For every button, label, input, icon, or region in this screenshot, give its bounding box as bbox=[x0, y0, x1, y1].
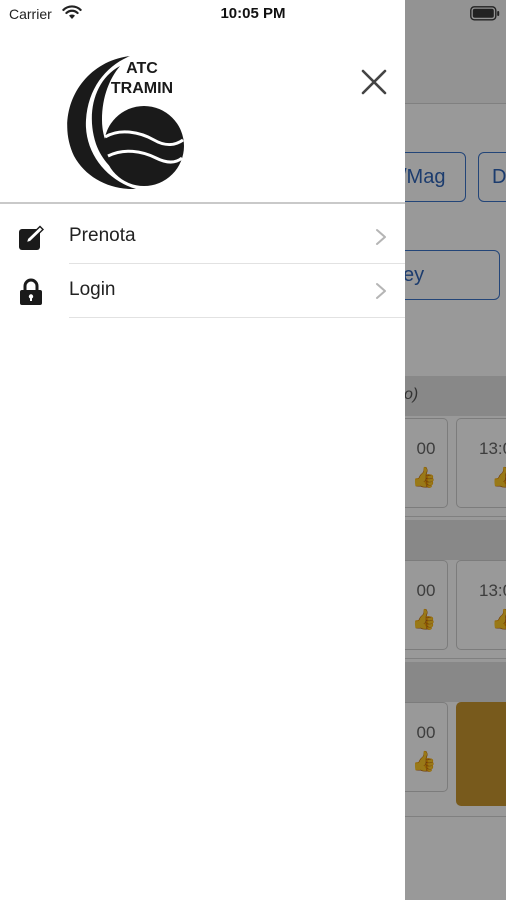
clock: 10:05 PM bbox=[220, 5, 286, 22]
status-bar: Carrier 10:05 PM bbox=[0, 0, 506, 28]
menu-item-login[interactable]: Login bbox=[0, 264, 405, 318]
chevron-right-icon bbox=[375, 282, 387, 305]
atc-tramin-logo: ATC TRAMIN bbox=[58, 52, 186, 192]
svg-text:TRAMIN: TRAMIN bbox=[111, 80, 173, 97]
battery-icon bbox=[470, 6, 500, 26]
edit-icon bbox=[18, 224, 45, 250]
menu-item-prenota[interactable]: Prenota bbox=[0, 210, 405, 264]
close-icon bbox=[361, 69, 387, 100]
lock-icon bbox=[18, 278, 44, 305]
menu-item-label: Prenota bbox=[69, 225, 136, 246]
menu-item-divider bbox=[69, 317, 405, 318]
chevron-right-icon bbox=[375, 228, 387, 251]
menu-item-label: Login bbox=[69, 279, 116, 300]
drawer-header-divider bbox=[0, 202, 405, 204]
close-button[interactable] bbox=[356, 66, 392, 102]
side-drawer: ATC TRAMIN Prenota Login bbox=[0, 0, 405, 900]
svg-text:ATC: ATC bbox=[126, 60, 158, 77]
